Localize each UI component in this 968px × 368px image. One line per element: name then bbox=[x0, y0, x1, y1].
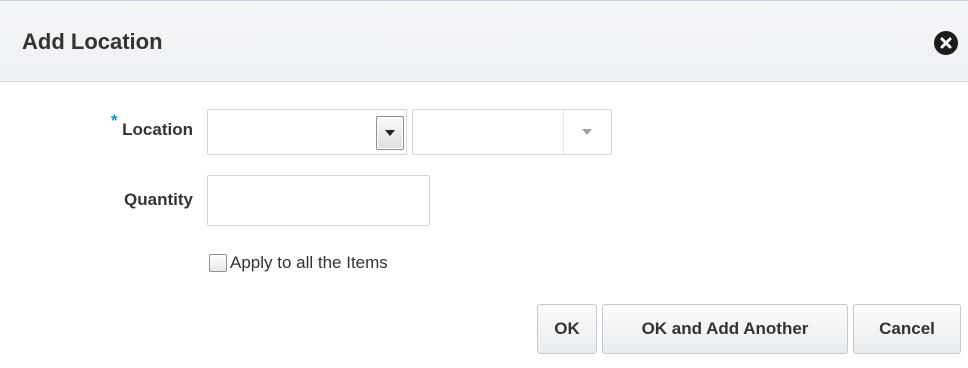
dialog-header: Add Location bbox=[0, 1, 968, 82]
ok-and-add-another-button[interactable]: OK and Add Another bbox=[602, 304, 848, 354]
close-button[interactable] bbox=[934, 31, 958, 55]
chevron-down-icon bbox=[582, 129, 592, 135]
quantity-label: Quantity bbox=[124, 190, 193, 209]
add-location-dialog: Add Location * Location Quantity Apply t… bbox=[0, 0, 968, 368]
quantity-field[interactable] bbox=[207, 175, 430, 226]
dialog-title: Add Location bbox=[22, 29, 163, 54]
apply-all-checkbox[interactable] bbox=[209, 254, 227, 272]
chevron-down-icon bbox=[385, 130, 395, 136]
location-label: Location bbox=[122, 120, 193, 139]
apply-all-label: Apply to all the Items bbox=[230, 253, 388, 272]
cancel-button[interactable]: Cancel bbox=[853, 304, 961, 354]
close-icon bbox=[940, 37, 952, 49]
dialog-body: * Location Quantity Apply to all the Ite… bbox=[0, 82, 968, 368]
required-marker: * bbox=[111, 111, 118, 130]
location-dropdown-button[interactable] bbox=[563, 110, 611, 154]
location-type-dropdown-button[interactable] bbox=[376, 116, 404, 150]
ok-button[interactable]: OK bbox=[537, 304, 597, 354]
